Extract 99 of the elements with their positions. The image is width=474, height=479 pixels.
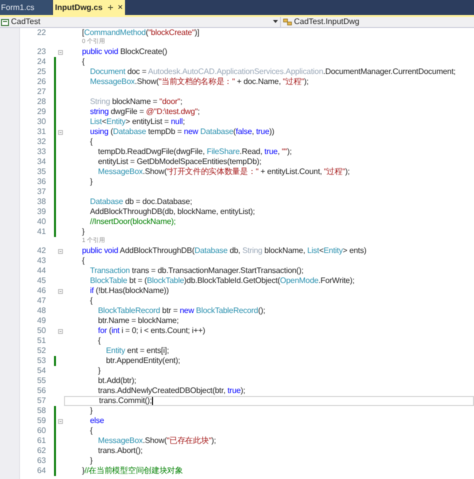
code-line: } <box>90 456 93 466</box>
code-line: public void AddBlockThroughDB(Database db, String blockName, List<Entity> ents) <box>82 246 366 256</box>
class-dropdown[interactable]: CadTest.InputDwg <box>294 17 360 27</box>
code-line: if (!bt.Has(blockName)) <box>90 286 169 296</box>
file-tab[interactable]: InputDwg.cs × <box>53 0 125 15</box>
code-line: String blockName = "door"; <box>90 97 182 107</box>
text-cursor <box>152 397 153 405</box>
code-line: else <box>90 416 104 426</box>
line-number: 22 <box>36 28 46 38</box>
code-line: string dwgFile = @"D:\test.dwg"; <box>90 107 200 117</box>
collapse-icon[interactable] <box>58 50 62 54</box>
line-number: 64 <box>36 466 46 476</box>
code-line: List<Entity> entityList = null; <box>90 117 185 127</box>
line-number: 50 <box>36 326 46 336</box>
line-number: 29 <box>36 107 46 117</box>
collapse-icon[interactable] <box>58 328 62 334</box>
line-number: 45 <box>36 276 46 286</box>
line-number: 49 <box>36 316 46 326</box>
code-line: for (int i = 0; i < ents.Count; i++) <box>98 326 206 336</box>
line-number: 54 <box>36 366 46 376</box>
line-number: 42 <box>36 246 46 256</box>
code-line: BlockTable bt = (BlockTable)db.BlockTableId.GetObject(OpenMode.ForWrite); <box>90 276 354 286</box>
line-number: 60 <box>36 426 46 436</box>
code-line: Entity ent = ents[i]; <box>106 346 169 356</box>
line-number: 26 <box>36 77 46 87</box>
line-number: 43 <box>36 256 46 266</box>
code-line: MessageBox.Show("已存在此块"); <box>98 436 216 446</box>
code-line: } <box>90 177 93 187</box>
collapse-icon[interactable] <box>58 248 62 254</box>
code-line: { <box>82 57 85 67</box>
line-number: 55 <box>36 376 46 386</box>
line-number: 48 <box>36 306 46 316</box>
code-line: MessageBox.Show("打开文件的实体数量是：" + entityList.Count, "过程"); <box>98 167 350 177</box>
code-line: } <box>90 406 93 416</box>
code-line: BlockTableRecord btr = new BlockTableRecord(); <box>98 306 266 316</box>
line-number: 24 <box>36 57 46 67</box>
code-line: Transaction trans = db.TransactionManager.StartTransaction(); <box>90 266 304 276</box>
line-number: 61 <box>36 436 46 446</box>
code-line: btr.AppendEntity(ent); <box>106 356 180 366</box>
code-line: bt.Add(btr); <box>98 376 136 386</box>
code-line: using (Database tempDb = new Database(false, true)) <box>90 127 274 137</box>
class-icon <box>283 18 292 26</box>
file-tab[interactable]: Form1.cs <box>0 0 52 15</box>
line-number: 56 <box>36 386 46 396</box>
code-line: { <box>90 296 93 306</box>
line-number: 46 <box>36 286 46 296</box>
code-line: Document doc = Autodesk.AutoCAD.ApplicationServices.Application.DocumentManager.CurrentDocument; <box>90 67 456 77</box>
line-number: 36 <box>36 177 46 187</box>
line-number: 35 <box>36 167 46 177</box>
code-line: MessageBox.Show("当前文档的名称是：" + doc.Name, "过程"); <box>90 77 309 87</box>
line-number: 58 <box>36 406 46 416</box>
code-line: { <box>82 256 85 266</box>
collapse-icon[interactable] <box>58 418 62 424</box>
line-number: 52 <box>36 346 46 356</box>
code-line: entityList = GetDbModelSpaceEntities(tempDb); <box>98 157 262 167</box>
line-number: 30 <box>36 117 46 127</box>
code-line: { <box>98 336 101 346</box>
project-icon <box>1 18 9 26</box>
line-number: 23 <box>36 47 46 57</box>
line-number: 47 <box>36 296 46 306</box>
line-number: 39 <box>36 207 46 217</box>
collapse-icon[interactable] <box>58 288 62 294</box>
code-line: { <box>90 426 93 436</box>
code-line: }//在当前模型空间创建块对象 <box>82 466 183 476</box>
line-number: 62 <box>36 446 46 456</box>
line-number: 53 <box>36 356 46 366</box>
line-number: 40 <box>36 217 46 227</box>
code-line: //InsertDoor(blockName); <box>90 217 176 227</box>
line-number: 37 <box>36 187 46 197</box>
line-number: 27 <box>36 87 46 97</box>
code-line: trans.Abort(); <box>98 446 143 456</box>
code-line: Database db = doc.Database; <box>90 197 192 207</box>
line-number: 41 <box>36 227 46 237</box>
line-number: 34 <box>36 157 46 167</box>
code-line: AddBlockThroughDB(db, blockName, entityList); <box>90 207 255 217</box>
line-number: 25 <box>36 67 46 77</box>
line-number: 59 <box>36 416 46 426</box>
line-number: 44 <box>36 266 46 276</box>
line-number: 38 <box>36 197 46 207</box>
code-line: { <box>90 137 93 147</box>
project-dropdown[interactable]: CadTest <box>11 17 271 27</box>
close-icon[interactable]: × <box>118 3 123 12</box>
code-line: [CommandMethod("blockCreate")] <box>82 28 200 38</box>
line-number: 57 <box>36 396 46 406</box>
line-number: 28 <box>36 97 46 107</box>
code-line: btr.Name = blockName; <box>98 316 179 326</box>
code-line: tempDb.ReadDwgFile(dwgFile, FileShare.Read, true, ""); <box>98 147 292 157</box>
line-number: 51 <box>36 336 46 346</box>
code-line: trans.AddNewlyCreatedDBObject(btr, true); <box>98 386 246 396</box>
code-line: } <box>98 366 101 376</box>
line-number: 31 <box>36 127 46 137</box>
collapse-icon[interactable] <box>58 130 62 134</box>
caret-icon[interactable] <box>273 20 278 24</box>
code-line: } <box>82 227 85 237</box>
code-line: public void BlockCreate() <box>82 47 168 57</box>
line-number: 63 <box>36 456 46 466</box>
line-number: 32 <box>36 137 46 147</box>
line-number: 33 <box>36 147 46 157</box>
code-line: trans.Commit(); <box>99 396 152 406</box>
